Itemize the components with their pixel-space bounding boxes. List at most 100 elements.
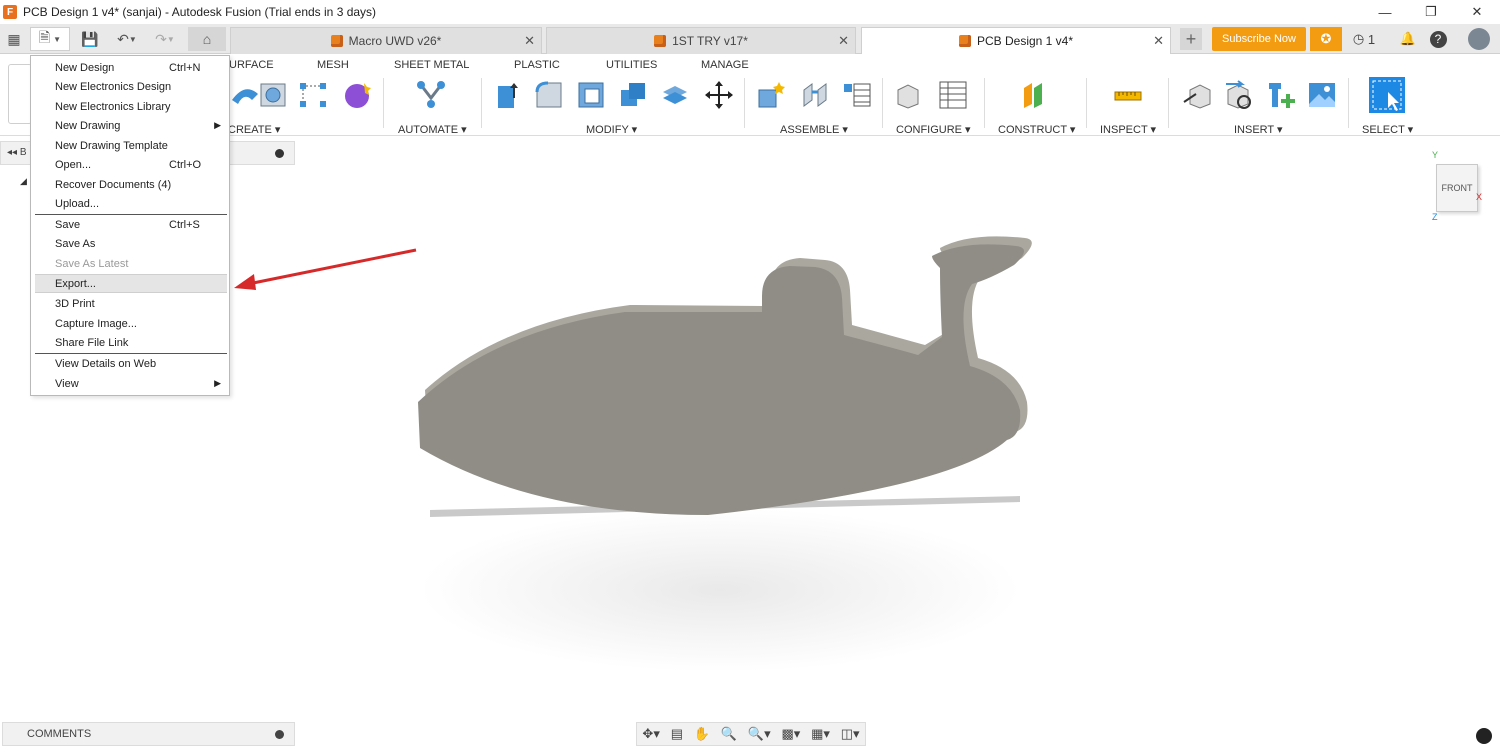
tab-surface[interactable]: URFACE [229, 59, 274, 71]
tab-sheet-metal[interactable]: SHEET METAL [394, 59, 469, 71]
design-cube-icon [330, 35, 343, 47]
menu-item-share-file-link[interactable]: Share File Link [35, 333, 227, 352]
close-tab-icon[interactable]: ✕ [838, 33, 849, 49]
revolve-icon[interactable] [230, 80, 260, 110]
automate-group[interactable]: AUTOMATE ▾ [398, 123, 467, 136]
new-tab-button[interactable]: + [1180, 28, 1202, 50]
select-icon[interactable] [1368, 76, 1406, 114]
orbit-icon[interactable]: ✥▾ [642, 726, 659, 742]
workspace-switcher[interactable] [8, 64, 32, 124]
move-icon[interactable] [704, 80, 734, 110]
pan-hand-icon[interactable]: ✋ [694, 726, 710, 742]
redo-button[interactable]: ↷ ▼ [148, 27, 182, 51]
close-tab-icon[interactable]: ✕ [524, 33, 535, 49]
select-group[interactable]: SELECT ▾ [1362, 123, 1413, 136]
close-tab-icon[interactable]: ✕ [1153, 33, 1164, 49]
inspect-group[interactable]: INSPECT ▾ [1100, 123, 1156, 136]
construct-group[interactable]: CONSTRUCT ▾ [998, 123, 1075, 136]
comments-panel[interactable]: COMMENTS [2, 722, 295, 746]
save-icon[interactable]: 💾 [78, 27, 102, 51]
menu-item-capture-image[interactable]: Capture Image... [35, 314, 227, 333]
pattern-icon[interactable] [298, 80, 328, 110]
grid-settings-icon[interactable]: ▦▾ [811, 726, 830, 742]
configuration-table-icon[interactable] [938, 80, 968, 110]
restore-button[interactable]: ❐ [1408, 0, 1454, 24]
browser-collapse-label[interactable]: ◂◂ B [7, 147, 27, 158]
menu-item-recover-documents[interactable]: Recover Documents (4) [35, 175, 227, 194]
3d-viewport[interactable] [300, 140, 1500, 720]
help-icon[interactable]: ? [1426, 27, 1450, 51]
form-icon[interactable] [342, 80, 372, 110]
document-tab-pcb-design[interactable]: PCB Design 1 v4* ✕ [861, 27, 1171, 54]
configure-icon[interactable] [896, 80, 926, 110]
insert-derive-icon[interactable] [1182, 80, 1212, 110]
new-component-icon[interactable] [756, 80, 786, 110]
document-tab-1st-try[interactable]: 1ST TRY v17* ✕ [546, 27, 856, 54]
assemble-group[interactable]: ASSEMBLE ▾ [780, 123, 848, 136]
file-menu-button[interactable]: 🗎 ▼ [30, 27, 70, 51]
menu-item-view-details-on-web[interactable]: View Details on Web [35, 354, 227, 373]
insert-mcmaster-icon[interactable] [1266, 80, 1296, 110]
home-icon[interactable]: ⌂ [188, 27, 226, 51]
minimize-button[interactable]: — [1362, 0, 1408, 24]
menu-item-new-electronics-library[interactable]: New Electronics Library [35, 97, 227, 116]
insert-mcad-icon[interactable] [1224, 80, 1254, 110]
browser-options-icon[interactable] [275, 149, 284, 158]
avatar[interactable] [1464, 27, 1494, 51]
extensions-icon[interactable]: ✪ [1310, 27, 1342, 51]
tab-manage[interactable]: MANAGE [701, 59, 749, 71]
menu-item-export[interactable]: Export... [35, 274, 227, 293]
configure-group[interactable]: CONFIGURE ▾ [896, 123, 971, 136]
menu-item-3d-print[interactable]: 3D Print [35, 294, 227, 313]
menu-item-new-drawing[interactable]: New Drawing ▶ [35, 116, 227, 135]
tab-mesh[interactable]: MESH [317, 59, 349, 71]
menu-item-new-drawing-template[interactable]: New Drawing Template [35, 136, 227, 155]
toolbar-divider [1086, 78, 1087, 128]
offset-plane-icon[interactable] [1020, 80, 1050, 110]
automate-icon[interactable] [416, 80, 446, 110]
bill-of-materials-icon[interactable] [842, 80, 872, 110]
measure-icon[interactable] [1113, 80, 1143, 110]
job-status-button[interactable]: ◷ 1 [1348, 27, 1380, 51]
feedback-icon[interactable] [1476, 728, 1492, 744]
menu-item-new-electronics-design[interactable]: New Electronics Design [35, 77, 227, 96]
modify-group[interactable]: MODIFY ▾ [586, 123, 637, 136]
shell-icon[interactable] [576, 80, 606, 110]
subscribe-now-button[interactable]: Subscribe Now [1212, 27, 1306, 51]
tree-expand-icon[interactable]: ◢ [20, 176, 27, 187]
zoom-icon[interactable]: 🔍 [721, 726, 737, 742]
view-cube[interactable]: Y FRONT X Z [1430, 150, 1490, 222]
menu-item-upload[interactable]: Upload... [35, 194, 227, 213]
fillet-icon[interactable] [534, 80, 564, 110]
undo-button[interactable]: ↶ ▼ [110, 27, 144, 51]
combine-icon[interactable] [618, 80, 648, 110]
menu-item-new-design[interactable]: New Design Ctrl+N [35, 58, 227, 77]
joint-icon[interactable] [800, 80, 830, 110]
tab-utilities[interactable]: UTILITIES [606, 59, 657, 71]
3d-model[interactable] [418, 236, 1032, 515]
document-tab-bar: ▦ 🗎 ▼ 💾 ↶ ▼ ↷ ▼ ⌂ Macro UWD v26* ✕ 1ST TRY … [0, 24, 1500, 54]
insert-group[interactable]: INSERT ▾ [1234, 123, 1283, 136]
tab-plastic[interactable]: PLASTIC [514, 59, 560, 71]
fit-zoom-icon[interactable]: 🔍▾ [748, 726, 771, 742]
offset-face-icon[interactable] [660, 80, 690, 110]
menu-item-save-as[interactable]: Save As [35, 234, 227, 253]
comments-add-icon[interactable] [275, 730, 284, 739]
view-cube-front-face[interactable]: FRONT [1436, 164, 1478, 212]
tab-label: Macro UWD v26* [348, 34, 442, 48]
hole-icon[interactable] [258, 80, 288, 110]
document-tab-macro[interactable]: Macro UWD v26* ✕ [230, 27, 542, 54]
fusion-logo-icon: F [3, 5, 17, 19]
close-window-button[interactable]: ✕ [1454, 0, 1500, 24]
menu-item-view[interactable]: View ▶ [35, 374, 227, 393]
app-grid-icon[interactable]: ▦ [2, 27, 26, 51]
viewports-icon[interactable]: ◫▾ [841, 726, 860, 742]
create-group[interactable]: CREATE ▾ [228, 123, 280, 136]
notifications-icon[interactable]: 🔔 [1396, 27, 1420, 51]
look-at-icon[interactable]: ▤ [671, 726, 683, 742]
press-pull-icon[interactable] [492, 80, 522, 110]
menu-item-open[interactable]: Open... Ctrl+O [35, 155, 227, 174]
display-settings-icon[interactable]: ▩▾ [781, 726, 800, 742]
insert-canvas-icon[interactable] [1307, 80, 1337, 110]
menu-item-save[interactable]: Save Ctrl+S [35, 215, 227, 234]
